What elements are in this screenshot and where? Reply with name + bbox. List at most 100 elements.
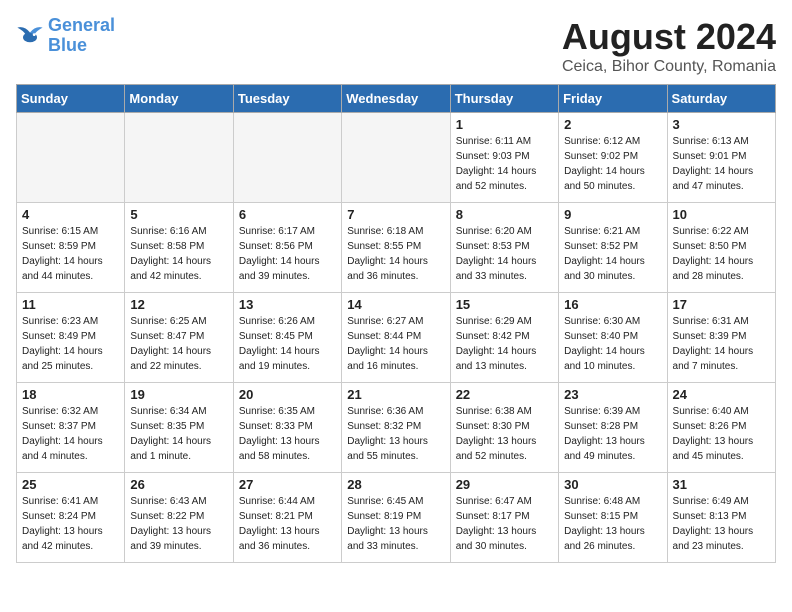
col-sunday: Sunday (17, 85, 125, 113)
table-row: 7 Sunrise: 6:18 AM Sunset: 8:55 PM Daylig… (342, 203, 450, 293)
day-number: 11 (22, 297, 119, 312)
col-saturday: Saturday (667, 85, 775, 113)
day-info: Sunrise: 6:27 AM Sunset: 8:44 PM Dayligh… (347, 314, 444, 374)
table-row: 27 Sunrise: 6:44 AM Sunset: 8:21 PM Dayli… (233, 473, 341, 563)
day-info: Sunrise: 6:12 AM Sunset: 9:02 PM Dayligh… (564, 134, 661, 194)
day-number: 1 (456, 117, 553, 132)
logo: General Blue (16, 16, 115, 56)
day-info: Sunrise: 6:17 AM Sunset: 8:56 PM Dayligh… (239, 224, 336, 284)
day-info: Sunrise: 6:38 AM Sunset: 8:30 PM Dayligh… (456, 404, 553, 464)
table-row: 14 Sunrise: 6:27 AM Sunset: 8:44 PM Dayli… (342, 293, 450, 383)
table-row: 9 Sunrise: 6:21 AM Sunset: 8:52 PM Daylig… (559, 203, 667, 293)
day-number: 22 (456, 387, 553, 402)
day-number: 23 (564, 387, 661, 402)
day-info: Sunrise: 6:35 AM Sunset: 8:33 PM Dayligh… (239, 404, 336, 464)
day-info: Sunrise: 6:25 AM Sunset: 8:47 PM Dayligh… (130, 314, 227, 374)
table-row: 21Sunrise: 6:36 AM Sunset: 8:32 PM Dayli… (342, 383, 450, 473)
title-area: August 2024 Ceica, Bihor County, Romania (562, 16, 776, 76)
day-number: 18 (22, 387, 119, 402)
day-number: 9 (564, 207, 661, 222)
table-row: 16Sunrise: 6:30 AM Sunset: 8:40 PM Dayli… (559, 293, 667, 383)
day-info: Sunrise: 6:45 AM Sunset: 8:19 PM Dayligh… (347, 494, 444, 554)
table-row: 3 Sunrise: 6:13 AM Sunset: 9:01 PM Daylig… (667, 113, 775, 203)
table-row: 31 Sunrise: 6:49 AM Sunset: 8:13 PM Dayli… (667, 473, 775, 563)
col-tuesday: Tuesday (233, 85, 341, 113)
table-row: 13 Sunrise: 6:26 AM Sunset: 8:45 PM Dayli… (233, 293, 341, 383)
month-title: August 2024 (562, 16, 776, 58)
day-info: Sunrise: 6:34 AM Sunset: 8:35 PM Dayligh… (130, 404, 227, 464)
day-number: 30 (564, 477, 661, 492)
table-row: 29 Sunrise: 6:47 AM Sunset: 8:17 PM Dayli… (450, 473, 558, 563)
day-info: Sunrise: 6:16 AM Sunset: 8:58 PM Dayligh… (130, 224, 227, 284)
table-row: 26Sunrise: 6:43 AM Sunset: 8:22 PM Dayli… (125, 473, 233, 563)
day-number: 14 (347, 297, 444, 312)
table-row (342, 113, 450, 203)
day-info: Sunrise: 6:18 AM Sunset: 8:55 PM Dayligh… (347, 224, 444, 284)
day-info: Sunrise: 6:48 AM Sunset: 8:15 PM Dayligh… (564, 494, 661, 554)
calendar-week-row: 4 Sunrise: 6:15 AM Sunset: 8:59 PM Daylig… (17, 203, 776, 293)
day-number: 31 (673, 477, 770, 492)
day-number: 5 (130, 207, 227, 222)
calendar-table: Sunday Monday Tuesday Wednesday Thursday… (16, 84, 776, 563)
logo-text: General Blue (48, 16, 115, 56)
table-row: 5 Sunrise: 6:16 AM Sunset: 8:58 PM Daylig… (125, 203, 233, 293)
day-number: 27 (239, 477, 336, 492)
day-info: Sunrise: 6:49 AM Sunset: 8:13 PM Dayligh… (673, 494, 770, 554)
table-row: 24 Sunrise: 6:40 AM Sunset: 8:26 PM Dayli… (667, 383, 775, 473)
day-number: 28 (347, 477, 444, 492)
day-info: Sunrise: 6:43 AM Sunset: 8:22 PM Dayligh… (130, 494, 227, 554)
table-row: 25Sunrise: 6:41 AM Sunset: 8:24 PM Dayli… (17, 473, 125, 563)
table-row: 22 Sunrise: 6:38 AM Sunset: 8:30 PM Dayli… (450, 383, 558, 473)
day-info: Sunrise: 6:11 AM Sunset: 9:03 PM Dayligh… (456, 134, 553, 194)
day-info: Sunrise: 6:40 AM Sunset: 8:26 PM Dayligh… (673, 404, 770, 464)
day-number: 3 (673, 117, 770, 132)
day-info: Sunrise: 6:20 AM Sunset: 8:53 PM Dayligh… (456, 224, 553, 284)
day-number: 4 (22, 207, 119, 222)
table-row (233, 113, 341, 203)
table-row: 12 Sunrise: 6:25 AM Sunset: 8:47 PM Dayli… (125, 293, 233, 383)
day-number: 24 (673, 387, 770, 402)
table-row: 15Sunrise: 6:29 AM Sunset: 8:42 PM Dayli… (450, 293, 558, 383)
day-number: 19 (130, 387, 227, 402)
day-info: Sunrise: 6:22 AM Sunset: 8:50 PM Dayligh… (673, 224, 770, 284)
day-info: Sunrise: 6:39 AM Sunset: 8:28 PM Dayligh… (564, 404, 661, 464)
table-row: 19 Sunrise: 6:34 AM Sunset: 8:35 PM Dayli… (125, 383, 233, 473)
table-row: 11 Sunrise: 6:23 AM Sunset: 8:49 PM Dayli… (17, 293, 125, 383)
table-row: 30 Sunrise: 6:48 AM Sunset: 8:15 PM Dayli… (559, 473, 667, 563)
table-row: 4 Sunrise: 6:15 AM Sunset: 8:59 PM Daylig… (17, 203, 125, 293)
calendar-header-row: Sunday Monday Tuesday Wednesday Thursday… (17, 85, 776, 113)
table-row (125, 113, 233, 203)
table-row: 10Sunrise: 6:22 AM Sunset: 8:50 PM Dayli… (667, 203, 775, 293)
col-monday: Monday (125, 85, 233, 113)
table-row: 17 Sunrise: 6:31 AM Sunset: 8:39 PM Dayli… (667, 293, 775, 383)
day-info: Sunrise: 6:21 AM Sunset: 8:52 PM Dayligh… (564, 224, 661, 284)
calendar-week-row: 18 Sunrise: 6:32 AM Sunset: 8:37 PM Dayli… (17, 383, 776, 473)
day-number: 13 (239, 297, 336, 312)
day-info: Sunrise: 6:47 AM Sunset: 8:17 PM Dayligh… (456, 494, 553, 554)
day-info: Sunrise: 6:26 AM Sunset: 8:45 PM Dayligh… (239, 314, 336, 374)
day-info: Sunrise: 6:23 AM Sunset: 8:49 PM Dayligh… (22, 314, 119, 374)
day-info: Sunrise: 6:44 AM Sunset: 8:21 PM Dayligh… (239, 494, 336, 554)
day-info: Sunrise: 6:15 AM Sunset: 8:59 PM Dayligh… (22, 224, 119, 284)
day-number: 29 (456, 477, 553, 492)
col-wednesday: Wednesday (342, 85, 450, 113)
table-row: 8Sunrise: 6:20 AM Sunset: 8:53 PM Daylig… (450, 203, 558, 293)
calendar-week-row: 11 Sunrise: 6:23 AM Sunset: 8:49 PM Dayli… (17, 293, 776, 383)
day-number: 6 (239, 207, 336, 222)
day-number: 2 (564, 117, 661, 132)
day-number: 20 (239, 387, 336, 402)
table-row (17, 113, 125, 203)
day-info: Sunrise: 6:30 AM Sunset: 8:40 PM Dayligh… (564, 314, 661, 374)
day-info: Sunrise: 6:36 AM Sunset: 8:32 PM Dayligh… (347, 404, 444, 464)
table-row: 18 Sunrise: 6:32 AM Sunset: 8:37 PM Dayli… (17, 383, 125, 473)
calendar-week-row: 1 Sunrise: 6:11 AM Sunset: 9:03 PM Daylig… (17, 113, 776, 203)
table-row: 1 Sunrise: 6:11 AM Sunset: 9:03 PM Daylig… (450, 113, 558, 203)
day-info: Sunrise: 6:31 AM Sunset: 8:39 PM Dayligh… (673, 314, 770, 374)
day-number: 12 (130, 297, 227, 312)
col-friday: Friday (559, 85, 667, 113)
day-info: Sunrise: 6:13 AM Sunset: 9:01 PM Dayligh… (673, 134, 770, 194)
day-number: 7 (347, 207, 444, 222)
day-number: 17 (673, 297, 770, 312)
day-info: Sunrise: 6:32 AM Sunset: 8:37 PM Dayligh… (22, 404, 119, 464)
table-row: 20 Sunrise: 6:35 AM Sunset: 8:33 PM Dayli… (233, 383, 341, 473)
